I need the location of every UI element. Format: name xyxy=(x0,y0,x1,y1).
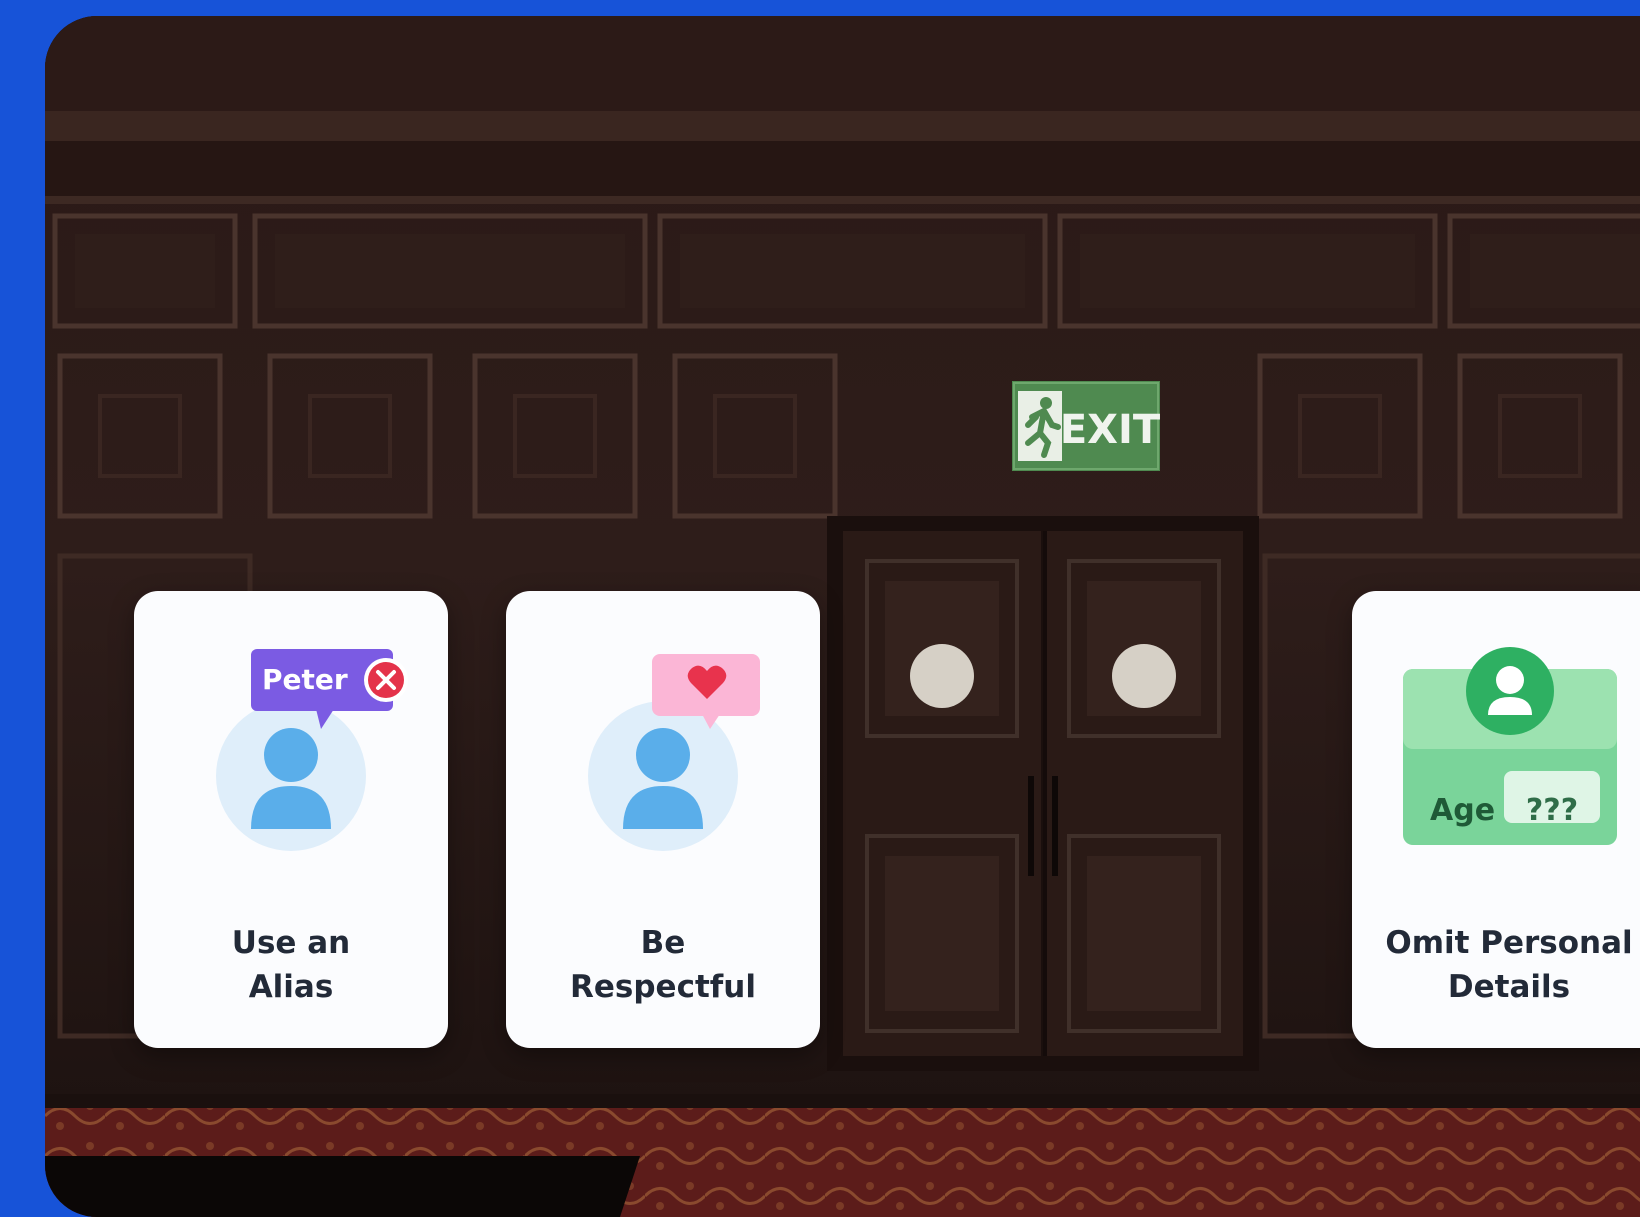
respect-person-icon xyxy=(588,654,760,851)
exit-sign: EXIT xyxy=(1012,381,1160,471)
alias-bubble-name: Peter xyxy=(262,663,348,696)
exit-sign-text: EXIT xyxy=(1060,407,1160,453)
running-man-icon xyxy=(1018,391,1062,461)
vr-scene-frame: EXIT Peter Use an Alias Be Respectful Ag… xyxy=(45,16,1640,1217)
card-title: Use an Alias xyxy=(231,925,351,1005)
age-value: ??? xyxy=(1525,793,1579,828)
close-icon xyxy=(364,658,408,702)
alias-person-icon xyxy=(216,649,393,851)
card-title: Omit Personal Details xyxy=(1385,925,1633,1005)
card-be-respectful[interactable]: Be Respectful xyxy=(506,591,820,1048)
card-use-an-alias[interactable]: Peter Use an Alias xyxy=(134,591,448,1048)
age-label: Age xyxy=(1430,793,1496,828)
card-title: Be Respectful xyxy=(570,925,756,1005)
card-omit-personal-details[interactable]: Age ??? Omit Personal Details xyxy=(1352,591,1640,1048)
